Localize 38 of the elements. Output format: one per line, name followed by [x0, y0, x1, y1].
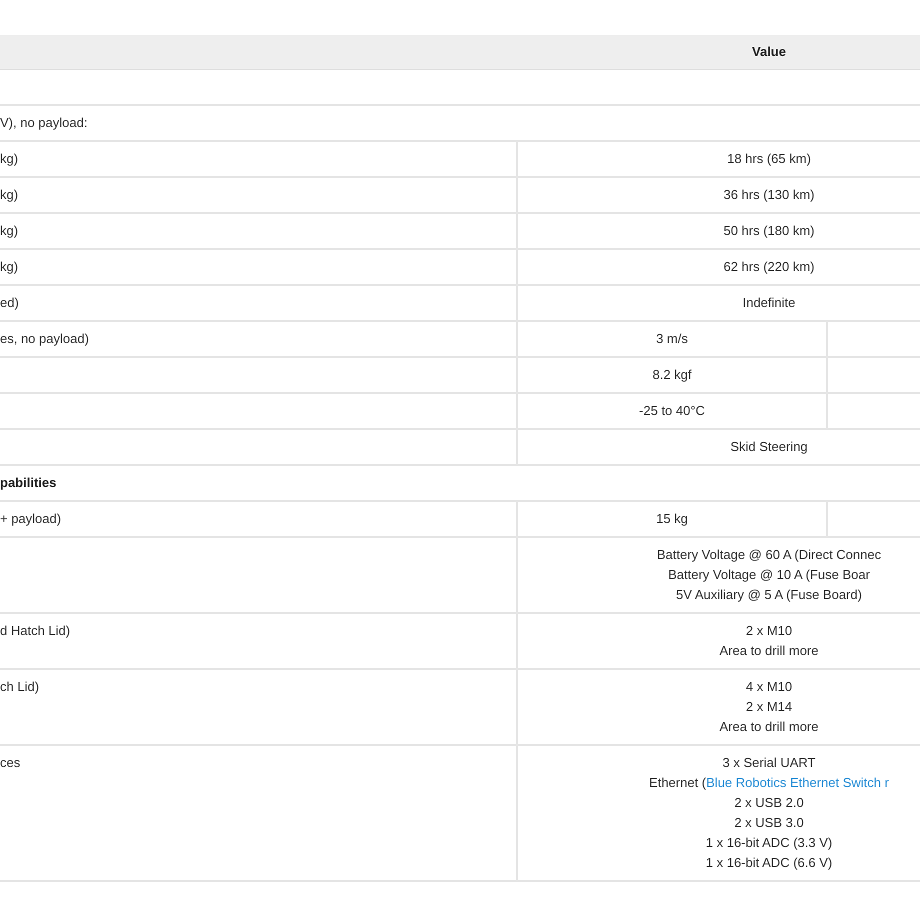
- row-label: ces: [0, 754, 20, 772]
- value-text: 15 kg: [656, 510, 688, 528]
- column-header: Value: [752, 43, 786, 61]
- value-text: 3 m/s: [656, 330, 688, 348]
- section-heading: pabilities: [0, 474, 56, 492]
- value-text: -25 to 40°C: [639, 402, 705, 420]
- value-text: 1 x 16-bit ADC (3.3 V): [706, 834, 832, 852]
- value-text: 18 hrs (65 km): [727, 150, 811, 168]
- value-text: Battery Voltage @ 60 A (Direct Connec: [656, 546, 882, 564]
- row-label: kg): [0, 222, 18, 240]
- row-label: kg): [0, 258, 18, 276]
- value-text: 2 x USB 2.0: [734, 794, 804, 812]
- value-text: Battery Voltage @ 10 A (Fuse Boar: [668, 566, 870, 584]
- value-text: 62 hrs (220 km): [723, 258, 815, 276]
- value-text: Indefinite: [742, 294, 796, 312]
- value-text: Skid Steering: [730, 438, 808, 456]
- product-link[interactable]: Blue Robotics Ethernet Switch r: [706, 775, 889, 790]
- row-label: ed): [0, 294, 19, 312]
- row-label: es, no payload): [0, 330, 89, 348]
- value-text: 1 x 16-bit ADC (6.6 V): [706, 854, 832, 872]
- value-text: Area to drill more: [720, 642, 818, 660]
- row-label: kg): [0, 150, 18, 168]
- row-label: + payload): [0, 510, 62, 528]
- value-text: Area to drill more: [720, 718, 818, 736]
- value-text: 4 x M10: [746, 678, 792, 696]
- value-text: 2 x USB 3.0: [734, 814, 804, 832]
- value-text: Ethernet (: [649, 775, 706, 790]
- row-label: d Hatch Lid): [0, 622, 70, 640]
- value-text: 5V Auxiliary @ 5 A (Fuse Board): [676, 586, 862, 604]
- value-text: 8.2 kgf: [652, 366, 692, 384]
- value-text: 2 x M10: [746, 622, 792, 640]
- value-text: 36 hrs (130 km): [723, 186, 815, 204]
- row-label: V), no payload:: [0, 114, 88, 132]
- row-label: ch Lid): [0, 678, 40, 696]
- value-text: 50 hrs (180 km): [723, 222, 815, 240]
- value-text: 2 x M14: [746, 698, 792, 716]
- value-text: 3 x Serial UART: [722, 754, 816, 772]
- row-label: kg): [0, 186, 18, 204]
